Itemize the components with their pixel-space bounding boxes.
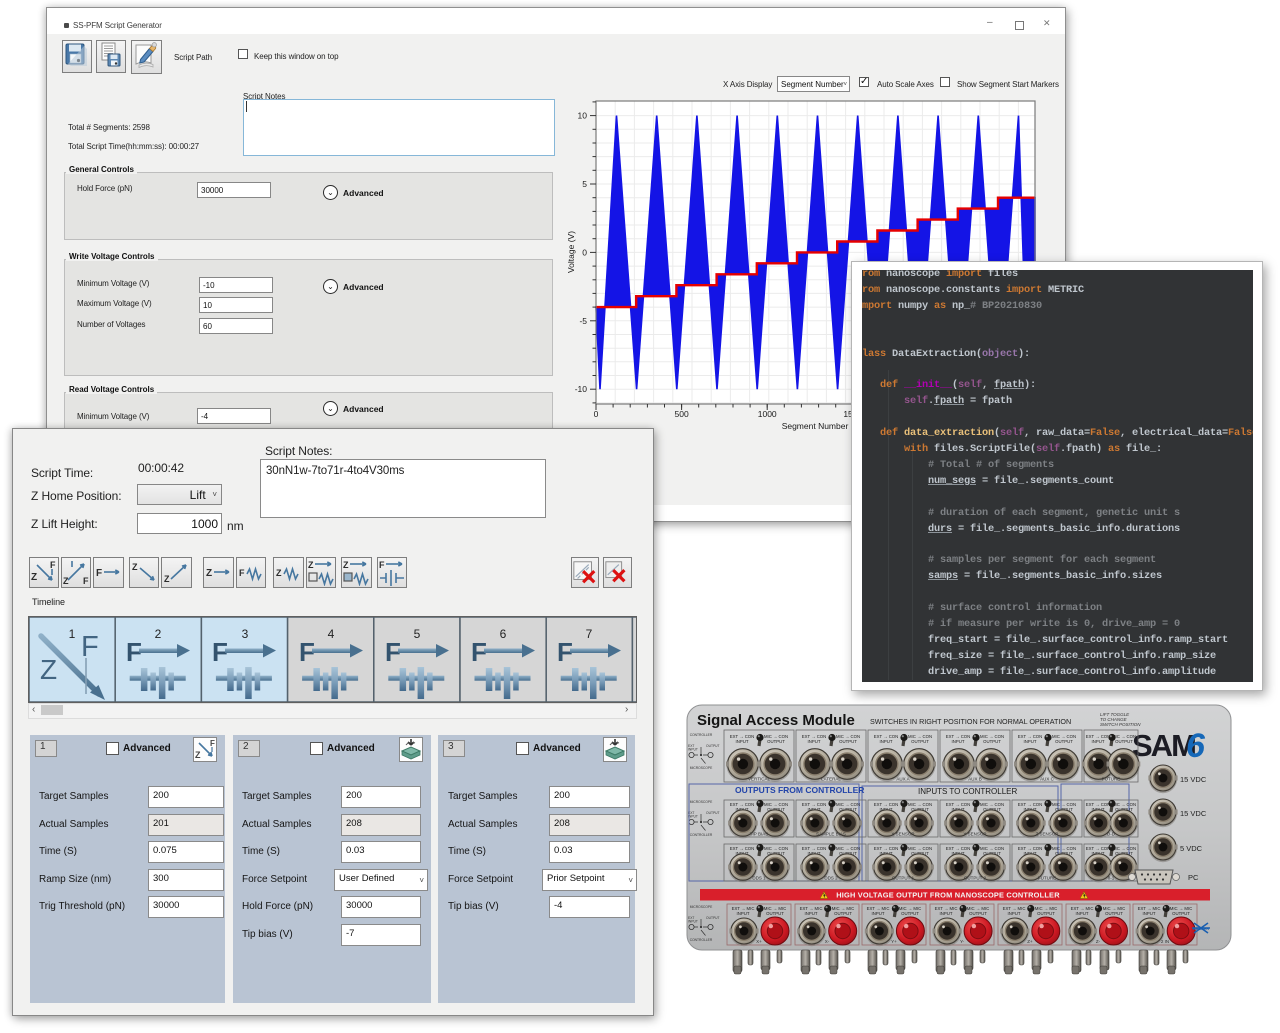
svg-text:Z: Z	[164, 574, 170, 584]
svg-text:F: F	[83, 576, 89, 586]
svg-text:TIP BIAS: TIP BIAS	[750, 832, 768, 837]
svg-text:AUX B: AUX B	[968, 777, 982, 782]
svg-text:Z: Z	[132, 562, 138, 572]
svg-text:0: 0	[594, 409, 599, 419]
svg-text:DDS 1: DDS 1	[752, 876, 766, 881]
svg-text:D-D: D-D	[1107, 832, 1116, 837]
svg-text:MICROSCOPE: MICROSCOPE	[690, 905, 713, 909]
svg-text:Z: Z	[31, 572, 37, 583]
svg-text:Y SENSOR: Y SENSOR	[963, 832, 987, 837]
svg-text:5 VDC: 5 VDC	[1180, 844, 1203, 853]
svg-text:Z: Z	[308, 560, 314, 570]
svg-text:2: 2	[155, 627, 162, 641]
svg-text:F: F	[239, 568, 245, 578]
svg-text:Z+: Z+	[1027, 939, 1033, 944]
svg-text:Z SENSOR: Z SENSOR	[1035, 832, 1059, 837]
svg-text:2 IN: 2 IN	[1161, 939, 1169, 944]
svg-text:CONTROLLER: CONTROLLER	[690, 938, 713, 942]
svg-text:Z: Z	[206, 568, 212, 579]
svg-text:MICROSCOPE: MICROSCOPE	[690, 800, 713, 804]
svg-text:OUTPUT 2: OUTPUT 2	[964, 876, 987, 881]
svg-text:5: 5	[414, 627, 421, 641]
svg-text:MIC → CONOUTPUT: MIC → CONOUTPUT	[764, 734, 788, 744]
svg-text:0-1: 0-1	[1108, 876, 1115, 881]
svg-text:AUX C: AUX C	[1040, 777, 1055, 782]
svg-text:MIC → CONOUTPUT: MIC → CONOUTPUT	[836, 734, 860, 744]
svg-text:10: 10	[578, 111, 588, 121]
svg-text:15 VDC: 15 VDC	[1180, 809, 1207, 818]
svg-text:X SENSOR: X SENSOR	[891, 832, 915, 837]
svg-text:MIC → CONOUTPUT: MIC → CONOUTPUT	[1112, 734, 1136, 744]
svg-text:1000: 1000	[758, 409, 777, 419]
svg-text:MICROSCOPE: MICROSCOPE	[690, 766, 713, 770]
svg-text:500: 500	[675, 409, 689, 419]
svg-text:Y-: Y-	[960, 939, 965, 944]
svg-text:F: F	[210, 739, 215, 748]
svg-text:OUTPUT: OUTPUT	[706, 744, 720, 748]
svg-text:X-: X-	[825, 939, 830, 944]
svg-text:FUTURE: FUTURE	[1102, 777, 1120, 782]
svg-text:Signal Access Module: Signal Access Module	[697, 712, 855, 729]
svg-text:SWITCHES IN RIGHT POSITION FOR: SWITCHES IN RIGHT POSITION FOR NORMAL OP…	[870, 717, 1071, 726]
svg-text:F: F	[81, 631, 99, 663]
svg-text:MIC → CONOUTPUT: MIC → CONOUTPUT	[1052, 734, 1076, 744]
svg-text:HIGH VOLTAGE OUTPUT FROM NANOS: HIGH VOLTAGE OUTPUT FROM NANOSCOPE CONTR…	[836, 891, 1060, 900]
svg-text:6: 6	[1186, 727, 1206, 765]
svg-text:DDS 2: DDS 2	[824, 876, 838, 881]
svg-text:Z: Z	[343, 560, 349, 570]
svg-text:BRUKER: BRUKER	[1193, 927, 1210, 931]
svg-text:FUTURE: FUTURE	[1038, 876, 1056, 881]
svg-text:MIC → CONOUTPUT: MIC → CONOUTPUT	[980, 734, 1004, 744]
svg-text:6: 6	[500, 627, 507, 641]
svg-text:X+: X+	[756, 939, 762, 944]
svg-text:Z: Z	[195, 750, 201, 760]
svg-text:Z: Z	[276, 568, 282, 578]
svg-text:-5: -5	[579, 316, 587, 326]
svg-text:Segment Number: Segment Number	[782, 421, 849, 431]
svg-text:OUTPUT: OUTPUT	[706, 916, 720, 920]
svg-text:OUTPUTS FROM CONTROLLER: OUTPUTS FROM CONTROLLER	[735, 785, 864, 795]
svg-text:MIC → MICOUTPUT: MIC → MICOUTPUT	[899, 906, 921, 916]
svg-text:OUTPUT: OUTPUT	[706, 811, 720, 815]
svg-text:F: F	[379, 560, 385, 570]
svg-text:Voltage (V): Voltage (V)	[566, 231, 576, 273]
svg-text:CONTROLLER: CONTROLLER	[690, 833, 713, 837]
svg-text:VERTICAL: VERTICAL	[748, 777, 770, 782]
svg-text:5: 5	[582, 179, 587, 189]
svg-text:MIC → MICOUTPUT: MIC → MICOUTPUT	[764, 906, 786, 916]
svg-text:F: F	[50, 560, 56, 570]
svg-text:F: F	[96, 568, 102, 579]
svg-text:Z-: Z-	[1096, 939, 1101, 944]
svg-text:AUX A: AUX A	[896, 777, 909, 782]
svg-text:0: 0	[582, 247, 587, 257]
svg-text:3: 3	[242, 627, 249, 641]
svg-text:SAMPLE BIAS: SAMPLE BIAS	[816, 832, 846, 837]
svg-text:Z: Z	[63, 576, 69, 586]
svg-text:CONTROLLER: CONTROLLER	[690, 733, 713, 737]
svg-text:15 VDC: 15 VDC	[1180, 775, 1207, 784]
svg-text:MIC → MICOUTPUT: MIC → MICOUTPUT	[1035, 906, 1057, 916]
svg-text:OUTPUT 1: OUTPUT 1	[892, 876, 915, 881]
svg-text:MIC → MICOUTPUT: MIC → MICOUTPUT	[1103, 906, 1125, 916]
svg-text:MIC → CONOUTPUT: MIC → CONOUTPUT	[908, 734, 932, 744]
svg-text:MIC → MICOUTPUT: MIC → MICOUTPUT	[1170, 906, 1192, 916]
svg-text:4: 4	[328, 627, 335, 641]
svg-text:Z: Z	[40, 654, 57, 685]
svg-text:1: 1	[69, 627, 76, 641]
svg-text:PC: PC	[1188, 873, 1199, 882]
svg-text:7: 7	[586, 627, 593, 641]
svg-text:INPUTS TO CONTROLLER: INPUTS TO CONTROLLER	[918, 787, 1018, 796]
svg-text:MIC → MICOUTPUT: MIC → MICOUTPUT	[967, 906, 989, 916]
svg-text:-10: -10	[575, 384, 588, 394]
svg-text:Y+: Y+	[891, 939, 897, 944]
svg-text:LATERAL: LATERAL	[821, 777, 841, 782]
svg-text:MIC → MICOUTPUT: MIC → MICOUTPUT	[832, 906, 854, 916]
